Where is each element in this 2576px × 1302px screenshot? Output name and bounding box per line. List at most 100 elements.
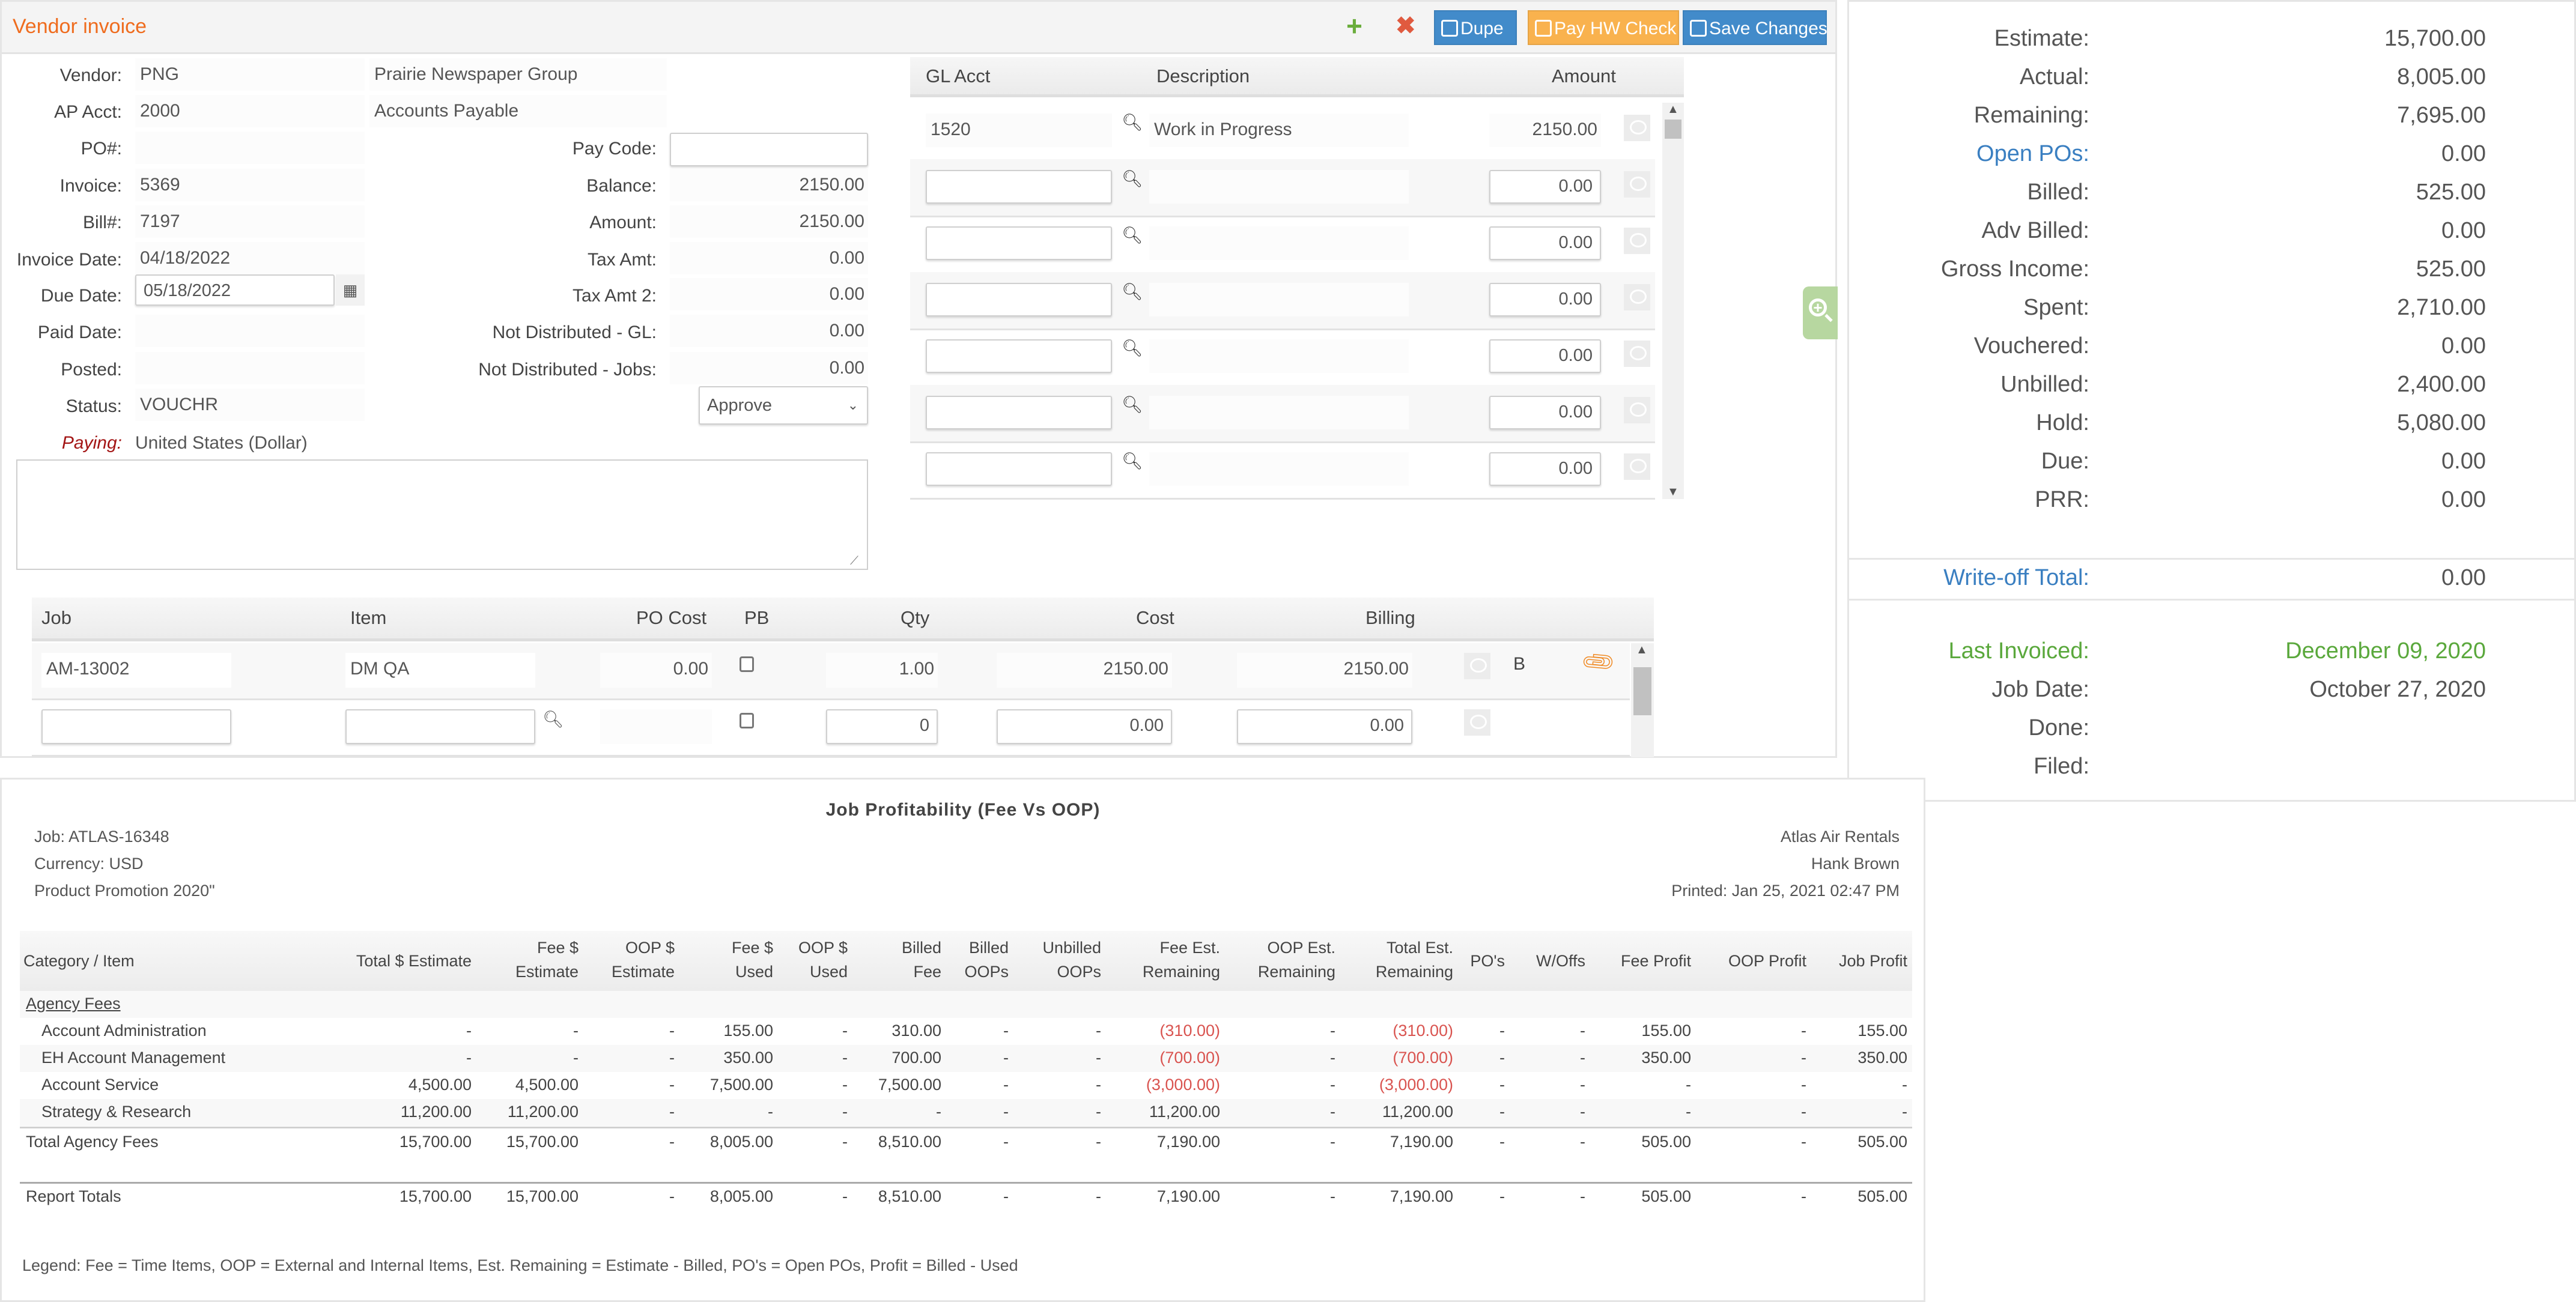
- cost-input[interactable]: 0.00: [997, 709, 1172, 744]
- column-header-line: Billed: [968, 939, 1009, 957]
- pb-checkbox[interactable]: [740, 713, 754, 728]
- report-client: Atlas Air Rentals: [1780, 828, 1900, 846]
- not-distributed-gl-label: Not Distributed - GL:: [492, 322, 657, 342]
- gl-amount-input[interactable]: 0.00: [1489, 396, 1601, 429]
- report-cell: 11,200.00: [1149, 1103, 1220, 1121]
- gl-acct-input[interactable]: [926, 226, 1112, 260]
- po-cost-value: [600, 709, 712, 744]
- search-button[interactable]: 🔍︎: [1122, 110, 1143, 133]
- report-cell: -: [1330, 1133, 1335, 1151]
- row-label: Total Agency Fees: [26, 1133, 159, 1151]
- job-scroll-thumb[interactable]: [1633, 667, 1651, 715]
- save-changes-button[interactable]: Save Changes: [1683, 10, 1827, 45]
- calendar-button[interactable]: ▦: [336, 274, 365, 306]
- column-header: Category / Item: [23, 949, 135, 973]
- notes-textarea[interactable]: [16, 459, 868, 570]
- date-label: Last Invoiced:: [1948, 638, 2089, 664]
- gl-amount-input[interactable]: 0.00: [1489, 283, 1601, 316]
- pay-code-input[interactable]: [670, 133, 868, 166]
- gl-table-header: GL Acct Description Amount: [910, 57, 1684, 97]
- action-select[interactable]: Approve ⌄: [699, 386, 868, 425]
- search-icon: 🔍︎: [1122, 282, 1143, 301]
- column-header-line: Category / Item: [23, 952, 135, 970]
- zoom-in-tab[interactable]: +: [1803, 286, 1838, 339]
- gl-acct-input[interactable]: [926, 339, 1112, 373]
- report-cell: -: [1096, 1187, 1101, 1205]
- gl-scroll-thumb[interactable]: [1665, 120, 1681, 139]
- gl-amount-input[interactable]: 0.00: [1489, 226, 1601, 260]
- search-button[interactable]: 🔍︎: [1122, 223, 1143, 246]
- resize-handle-icon[interactable]: ⟋: [850, 554, 858, 568]
- pay-hw-check-button[interactable]: Pay HW Check: [1528, 10, 1679, 45]
- search-button[interactable]: 🔍︎: [1122, 279, 1143, 303]
- report-cell: -: [1902, 1076, 1907, 1094]
- report-cell: -: [1499, 1022, 1505, 1040]
- report-cell: 11,200.00: [400, 1103, 472, 1121]
- scroll-down-arrow-icon[interactable]: ▼: [1667, 485, 1679, 499]
- billing-input[interactable]: 0.00: [1237, 709, 1412, 744]
- gl-acct-input[interactable]: [926, 396, 1112, 429]
- report-manager: Hank Brown: [1811, 855, 1900, 873]
- comment-button[interactable]: [1624, 171, 1650, 198]
- comment-button[interactable]: [1624, 453, 1650, 480]
- divider: [1849, 599, 2574, 601]
- qty-input[interactable]: 0: [826, 709, 938, 744]
- search-icon[interactable]: 🔍︎: [542, 709, 564, 729]
- search-button[interactable]: 🔍︎: [1122, 166, 1143, 190]
- open-pos-link[interactable]: Open POs:: [1849, 141, 2089, 167]
- pb-checkbox[interactable]: [740, 656, 754, 672]
- due-date-label: Due Date:: [40, 286, 122, 306]
- search-icon: 🔍︎: [1122, 226, 1143, 244]
- report-cell: 505.00: [1858, 1187, 1907, 1205]
- cost-input[interactable]: 2150.00: [997, 653, 1172, 688]
- gl-amount-input[interactable]: 0.00: [1489, 339, 1601, 373]
- comment-button[interactable]: [1464, 653, 1490, 679]
- gl-amount-input[interactable]: 0.00: [1489, 170, 1601, 204]
- search-button[interactable]: 🔍︎: [1122, 449, 1143, 472]
- report-cell: -: [1686, 1103, 1691, 1121]
- date-label: Done:: [2028, 715, 2089, 740]
- delete-button[interactable]: ✖: [1396, 13, 1416, 39]
- search-icon: 🔍︎: [1122, 339, 1143, 357]
- job-input[interactable]: AM-13002: [41, 653, 231, 688]
- gl-scrollbar[interactable]: ▲ ▼: [1662, 103, 1684, 499]
- write-off-total-link[interactable]: Write-off Total:: [1849, 565, 2089, 591]
- item-input[interactable]: [345, 709, 535, 744]
- comment-button[interactable]: [1624, 341, 1650, 367]
- comment-button[interactable]: [1624, 284, 1650, 310]
- gl-acct-input[interactable]: 1520: [926, 114, 1112, 147]
- search-button[interactable]: 🔍︎: [1122, 336, 1143, 359]
- report-cell: 4,500.00: [408, 1076, 472, 1094]
- gl-amount-input[interactable]: 0.00: [1489, 452, 1601, 486]
- dupe-button[interactable]: Dupe: [1434, 10, 1517, 45]
- page-title: Vendor invoice: [13, 15, 147, 38]
- due-date-input[interactable]: 05/18/2022: [135, 274, 335, 306]
- add-button[interactable]: +: [1346, 12, 1362, 40]
- report-cell: -: [1580, 1133, 1585, 1151]
- invoice-date: 04/18/2022: [135, 242, 365, 274]
- scroll-up-arrow-icon[interactable]: ▲: [1667, 103, 1679, 117]
- column-header-line: OOPs: [1057, 963, 1101, 981]
- billing-input[interactable]: 2150.00: [1237, 653, 1412, 688]
- gl-row: 🔍︎ 0.00: [910, 216, 1655, 274]
- comment-button[interactable]: [1624, 115, 1650, 141]
- report-cell: 505.00: [1858, 1133, 1907, 1151]
- qty-input[interactable]: 1.00: [826, 653, 938, 688]
- summary-value: 0.00: [2441, 333, 2486, 359]
- date-label: Job Date:: [1991, 677, 2089, 702]
- gl-acct-input[interactable]: [926, 452, 1112, 486]
- job-input[interactable]: [41, 709, 231, 744]
- item-input[interactable]: DM QA: [345, 653, 535, 688]
- comment-button[interactable]: [1624, 397, 1650, 423]
- report-cell: -: [842, 1103, 848, 1121]
- gl-amount-input[interactable]: 2150.00: [1489, 114, 1601, 147]
- comment-button[interactable]: [1624, 228, 1650, 254]
- report-cell: 8,510.00: [878, 1133, 941, 1151]
- gl-acct-input[interactable]: [926, 170, 1112, 204]
- search-button[interactable]: 🔍︎: [1122, 392, 1143, 416]
- gl-acct-input[interactable]: [926, 283, 1112, 316]
- attachment-icon[interactable]: 📎︎: [1579, 643, 1618, 682]
- comment-button[interactable]: [1464, 709, 1490, 736]
- job-scrollbar[interactable]: ▲: [1631, 643, 1654, 757]
- scroll-up-arrow-icon[interactable]: ▲: [1636, 643, 1648, 657]
